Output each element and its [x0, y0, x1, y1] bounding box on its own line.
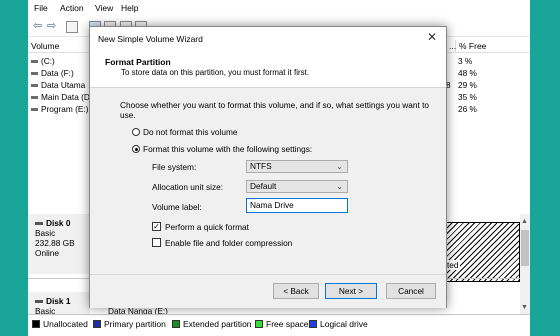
- radio-no-format-label[interactable]: Do not format this volume: [143, 127, 238, 137]
- disk-icon: [35, 300, 43, 304]
- pct-free-cell: 3 %: [458, 56, 473, 66]
- menu-file[interactable]: File: [34, 3, 48, 13]
- volume-row[interactable]: (C:): [31, 56, 55, 66]
- vertical-scrollbar[interactable]: ▲ ▼: [520, 214, 530, 322]
- close-icon[interactable]: ✕: [427, 30, 437, 44]
- properties-icon[interactable]: [66, 21, 78, 33]
- allocation-unit-select[interactable]: Default ⌄: [246, 180, 348, 193]
- scroll-up-icon[interactable]: ▲: [521, 218, 528, 225]
- volume-icon: [31, 96, 38, 100]
- chevron-down-icon: ⌄: [336, 182, 343, 191]
- partition-fragment-label: ted: [447, 260, 460, 270]
- quick-format-label[interactable]: Perform a quick format: [165, 222, 249, 232]
- volume-row[interactable]: Data (F:): [31, 68, 74, 78]
- header-subtitle: To store data on this partition, you mus…: [121, 68, 310, 77]
- legend-swatch: [309, 320, 317, 328]
- allocation-unit-label: Allocation unit size:: [152, 182, 224, 192]
- legend-free-space: Free space: [255, 319, 309, 329]
- chevron-down-icon: ⌄: [336, 162, 343, 171]
- compression-checkbox[interactable]: [152, 238, 161, 247]
- header-title: Format Partition: [105, 57, 171, 67]
- scrollbar-thumb[interactable]: [521, 230, 529, 266]
- file-system-label: File system:: [152, 162, 197, 172]
- menu-action[interactable]: Action: [60, 3, 84, 13]
- pct-free-cell: 48 %: [458, 68, 477, 78]
- dialog-header: Format Partition To store data on this p…: [90, 49, 446, 88]
- menu-view[interactable]: View: [95, 3, 113, 13]
- file-system-select[interactable]: NTFS ⌄: [246, 160, 348, 173]
- radio-format[interactable]: [132, 145, 140, 153]
- menu-help[interactable]: Help: [121, 3, 138, 13]
- dialog-title: New Simple Volume Wizard: [98, 34, 203, 44]
- legend-bar: Unallocated Primary partition Extended p…: [28, 314, 530, 336]
- legend-extended-partition: Extended partition: [172, 319, 252, 329]
- menu-bar: File Action View Help: [28, 0, 530, 16]
- radio-no-format[interactable]: [132, 128, 140, 136]
- volume-row[interactable]: Program (E:): [31, 104, 88, 114]
- legend-swatch: [93, 320, 101, 328]
- legend-swatch: [32, 320, 40, 328]
- intro-text: Choose whether you want to format this v…: [120, 100, 429, 120]
- new-simple-volume-wizard-dialog: New Simple Volume Wizard ✕ Format Partit…: [89, 26, 447, 308]
- back-arrow-icon[interactable]: ⇦: [33, 20, 42, 32]
- volume-label-input[interactable]: Nama Drive: [246, 198, 348, 213]
- column-header-ellipsis[interactable]: ...: [446, 40, 456, 53]
- volume-label-label: Volume label:: [152, 202, 202, 212]
- column-header-volume[interactable]: Volume: [28, 40, 92, 53]
- disk-icon: [35, 222, 43, 226]
- pct-free-cell: 26 %: [458, 104, 477, 114]
- legend-swatch: [255, 320, 263, 328]
- legend-logical-drive: Logical drive: [309, 319, 368, 329]
- volume-icon: [31, 84, 38, 88]
- back-button[interactable]: < Back: [273, 283, 319, 299]
- volume-icon: [31, 72, 38, 76]
- pct-free-cell: 35 %: [458, 92, 477, 102]
- quick-format-checkbox[interactable]: ✓: [152, 222, 161, 231]
- pct-free-cell: 29 %: [458, 80, 477, 90]
- unallocated-partition[interactable]: [446, 222, 520, 282]
- dialog-footer: < Back Next > Cancel: [90, 274, 446, 308]
- radio-format-label[interactable]: Format this volume with the following se…: [143, 144, 312, 154]
- scroll-down-icon[interactable]: ▼: [521, 304, 528, 311]
- next-button[interactable]: Next >: [325, 283, 377, 299]
- dialog-body: Choose whether you want to format this v…: [90, 88, 446, 274]
- disk-0-info[interactable]: Disk 0 Basic 232.88 GB Online: [28, 214, 90, 274]
- volume-icon: [31, 60, 38, 64]
- volume-row[interactable]: Data Utama: [31, 80, 85, 90]
- cancel-button[interactable]: Cancel: [386, 283, 436, 299]
- volume-row[interactable]: Main Data (D: [31, 92, 90, 102]
- compression-label[interactable]: Enable file and folder compression: [165, 238, 292, 248]
- legend-unallocated: Unallocated: [32, 319, 88, 329]
- column-header-pct-free[interactable]: % Free: [456, 40, 530, 53]
- legend-swatch: [172, 320, 180, 328]
- legend-primary-partition: Primary partition: [93, 319, 166, 329]
- forward-arrow-icon[interactable]: ⇨: [47, 20, 56, 32]
- volume-icon: [31, 108, 38, 112]
